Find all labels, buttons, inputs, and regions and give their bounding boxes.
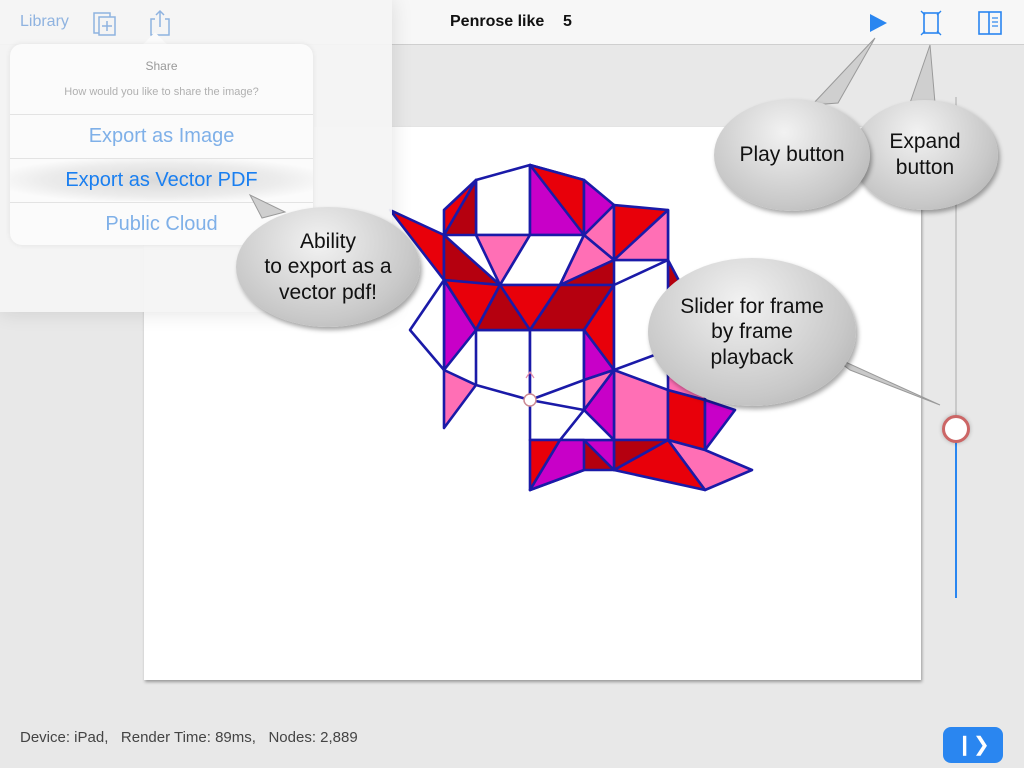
share-sheet-title: Share: [145, 59, 178, 73]
export-vector-pdf-button[interactable]: Export as Vector PDF: [10, 158, 313, 201]
panels-icon[interactable]: [975, 8, 1005, 38]
document-frame-count: 5: [563, 13, 572, 30]
status-nodes: Nodes: 2,889: [268, 729, 358, 746]
frame-slider-track-filled[interactable]: [955, 428, 957, 598]
play-button-callout: Play button: [714, 99, 870, 211]
share-icon[interactable]: [145, 8, 175, 38]
expand-icon[interactable]: [916, 8, 946, 38]
play-icon[interactable]: [862, 8, 892, 38]
next-frame-button[interactable]: ❙❯: [943, 727, 1003, 763]
document-title: Penrose like: [450, 13, 545, 30]
export-image-button[interactable]: Export as Image: [10, 114, 313, 157]
status-bar: Device: iPad, Render Time: 89ms, Nodes: …: [20, 729, 358, 746]
status-render-time: Render Time: 89ms,: [120, 729, 256, 746]
expand-button-callout: Expand button: [852, 100, 998, 210]
status-device: Device: iPad,: [20, 729, 109, 746]
new-document-icon[interactable]: [90, 8, 120, 38]
share-sheet-subtitle: How would you like to share the image?: [64, 86, 259, 98]
frame-slider-knob[interactable]: [942, 415, 970, 443]
slider-callout: Slider for frame by frame playback: [648, 258, 856, 406]
share-popover-toolbar: Library: [0, 0, 392, 45]
export-pdf-callout: Ability to export as a vector pdf!: [236, 207, 420, 327]
share-sheet: Share How would you like to share the im…: [10, 44, 313, 245]
library-link[interactable]: Library: [20, 13, 69, 31]
